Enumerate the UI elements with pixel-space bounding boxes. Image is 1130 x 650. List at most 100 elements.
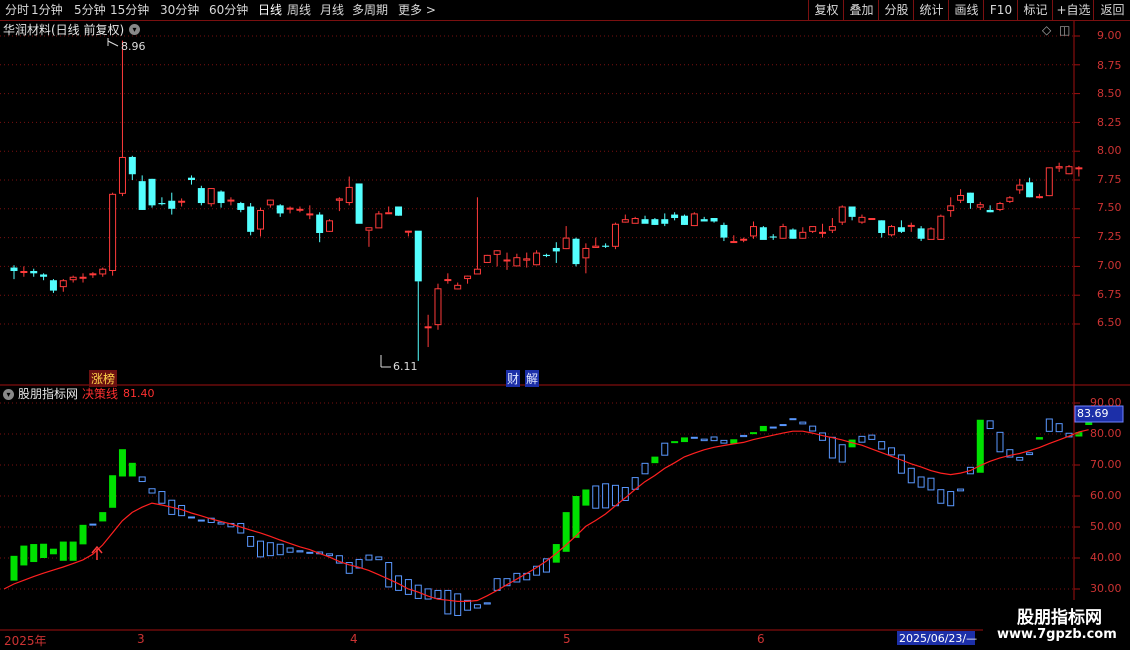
candle (552, 242, 560, 263)
decision-line (3, 429, 1089, 602)
candle-body (385, 212, 393, 215)
candle (779, 223, 787, 239)
candle-body (503, 259, 511, 262)
candle (483, 254, 491, 263)
candle (247, 203, 255, 236)
candle-body (1055, 166, 1063, 169)
candle (69, 275, 77, 283)
candle (1035, 193, 1043, 199)
candle-body (858, 216, 866, 223)
indicator-tick: 60.00 (1090, 489, 1122, 502)
candle (335, 197, 343, 212)
candle (345, 176, 353, 206)
indicator-bar (69, 541, 77, 561)
indicator-bar (602, 483, 610, 509)
indicator-bar (375, 556, 383, 561)
candle-body (868, 218, 876, 221)
indicator-bar (927, 477, 935, 491)
candle (503, 252, 511, 270)
indicator-menu-icon[interactable]: ▾ (3, 389, 14, 400)
indicator-bar (858, 435, 866, 443)
indicator-bar (454, 593, 462, 616)
price-tick: 7.00 (1097, 259, 1122, 272)
candle (878, 220, 886, 238)
candle (740, 237, 748, 243)
candle (976, 201, 984, 210)
candle (750, 221, 757, 239)
candle-body (118, 156, 126, 194)
indicator-bar (897, 454, 905, 474)
candle-body (464, 275, 472, 280)
candle-body (730, 241, 738, 244)
candle-body (562, 237, 570, 250)
candle-body (424, 326, 432, 329)
candle (828, 218, 836, 233)
unlock-badge[interactable]: 解 (525, 370, 540, 387)
candle (10, 265, 18, 280)
indicator-bar (385, 562, 393, 588)
indicator-bar (572, 496, 580, 538)
stock-chart-canvas[interactable] (0, 0, 1130, 650)
candle-body (671, 214, 679, 219)
indicator-bar (641, 462, 649, 475)
candle (611, 222, 619, 250)
limit-list-badge[interactable]: 涨榜 (89, 370, 118, 387)
candle (49, 279, 57, 293)
candle-body (1026, 182, 1034, 198)
candle-body (710, 218, 718, 222)
candle (917, 226, 925, 242)
candle (592, 237, 600, 248)
candle (1055, 162, 1063, 172)
candle-body (917, 228, 925, 239)
candle (1016, 178, 1024, 194)
candle-body (611, 223, 619, 247)
candle-body (750, 226, 757, 237)
price-tick: 7.50 (1097, 201, 1122, 214)
candle (720, 222, 728, 242)
candle-body (20, 271, 28, 274)
candle-body (109, 193, 117, 272)
candle (395, 206, 403, 216)
indicator-bar (99, 512, 107, 522)
indicator-tick: 90.00 (1090, 396, 1122, 409)
diamond-icon[interactable]: ◇ (1042, 23, 1051, 37)
candle (838, 205, 846, 225)
high-price-label: 8.96 (121, 40, 146, 53)
candle (424, 314, 432, 348)
candle (582, 243, 590, 274)
date-label-june: 6 (757, 632, 765, 646)
indicator-bar (365, 554, 373, 561)
indicator-bar (197, 519, 205, 522)
candle (957, 189, 965, 204)
candle-body (395, 206, 403, 216)
candle (710, 218, 718, 223)
candle (444, 273, 452, 284)
price-tick: 8.50 (1097, 87, 1122, 100)
candle-body (957, 194, 965, 201)
candle-body (1035, 196, 1043, 199)
candle (207, 188, 215, 207)
candle-body (434, 288, 442, 326)
candle (661, 213, 669, 227)
price-tick: 8.75 (1097, 59, 1122, 72)
chevron-down-icon[interactable]: ▾ (129, 24, 140, 35)
candle-body (30, 271, 38, 274)
candle-body (897, 227, 905, 232)
window-toggle-icon[interactable]: ◫ (1059, 23, 1070, 37)
candle-body (907, 224, 915, 227)
indicator-bar (148, 488, 156, 494)
indicator-bar (306, 551, 314, 554)
candle-body (947, 205, 955, 212)
price-tick: 8.00 (1097, 144, 1122, 157)
indicator-bar (799, 421, 807, 425)
indicator-bar (986, 420, 994, 430)
candle-body (700, 219, 708, 222)
candle (1026, 177, 1034, 198)
financial-report-badge[interactable]: 财 (506, 370, 521, 387)
low-price-label: 6.11 (393, 360, 418, 373)
candle (454, 282, 462, 290)
candle-body (552, 247, 560, 252)
candle (602, 243, 610, 248)
indicator-current-value: 83.69 (1077, 407, 1109, 420)
indicator-bar (651, 456, 659, 464)
